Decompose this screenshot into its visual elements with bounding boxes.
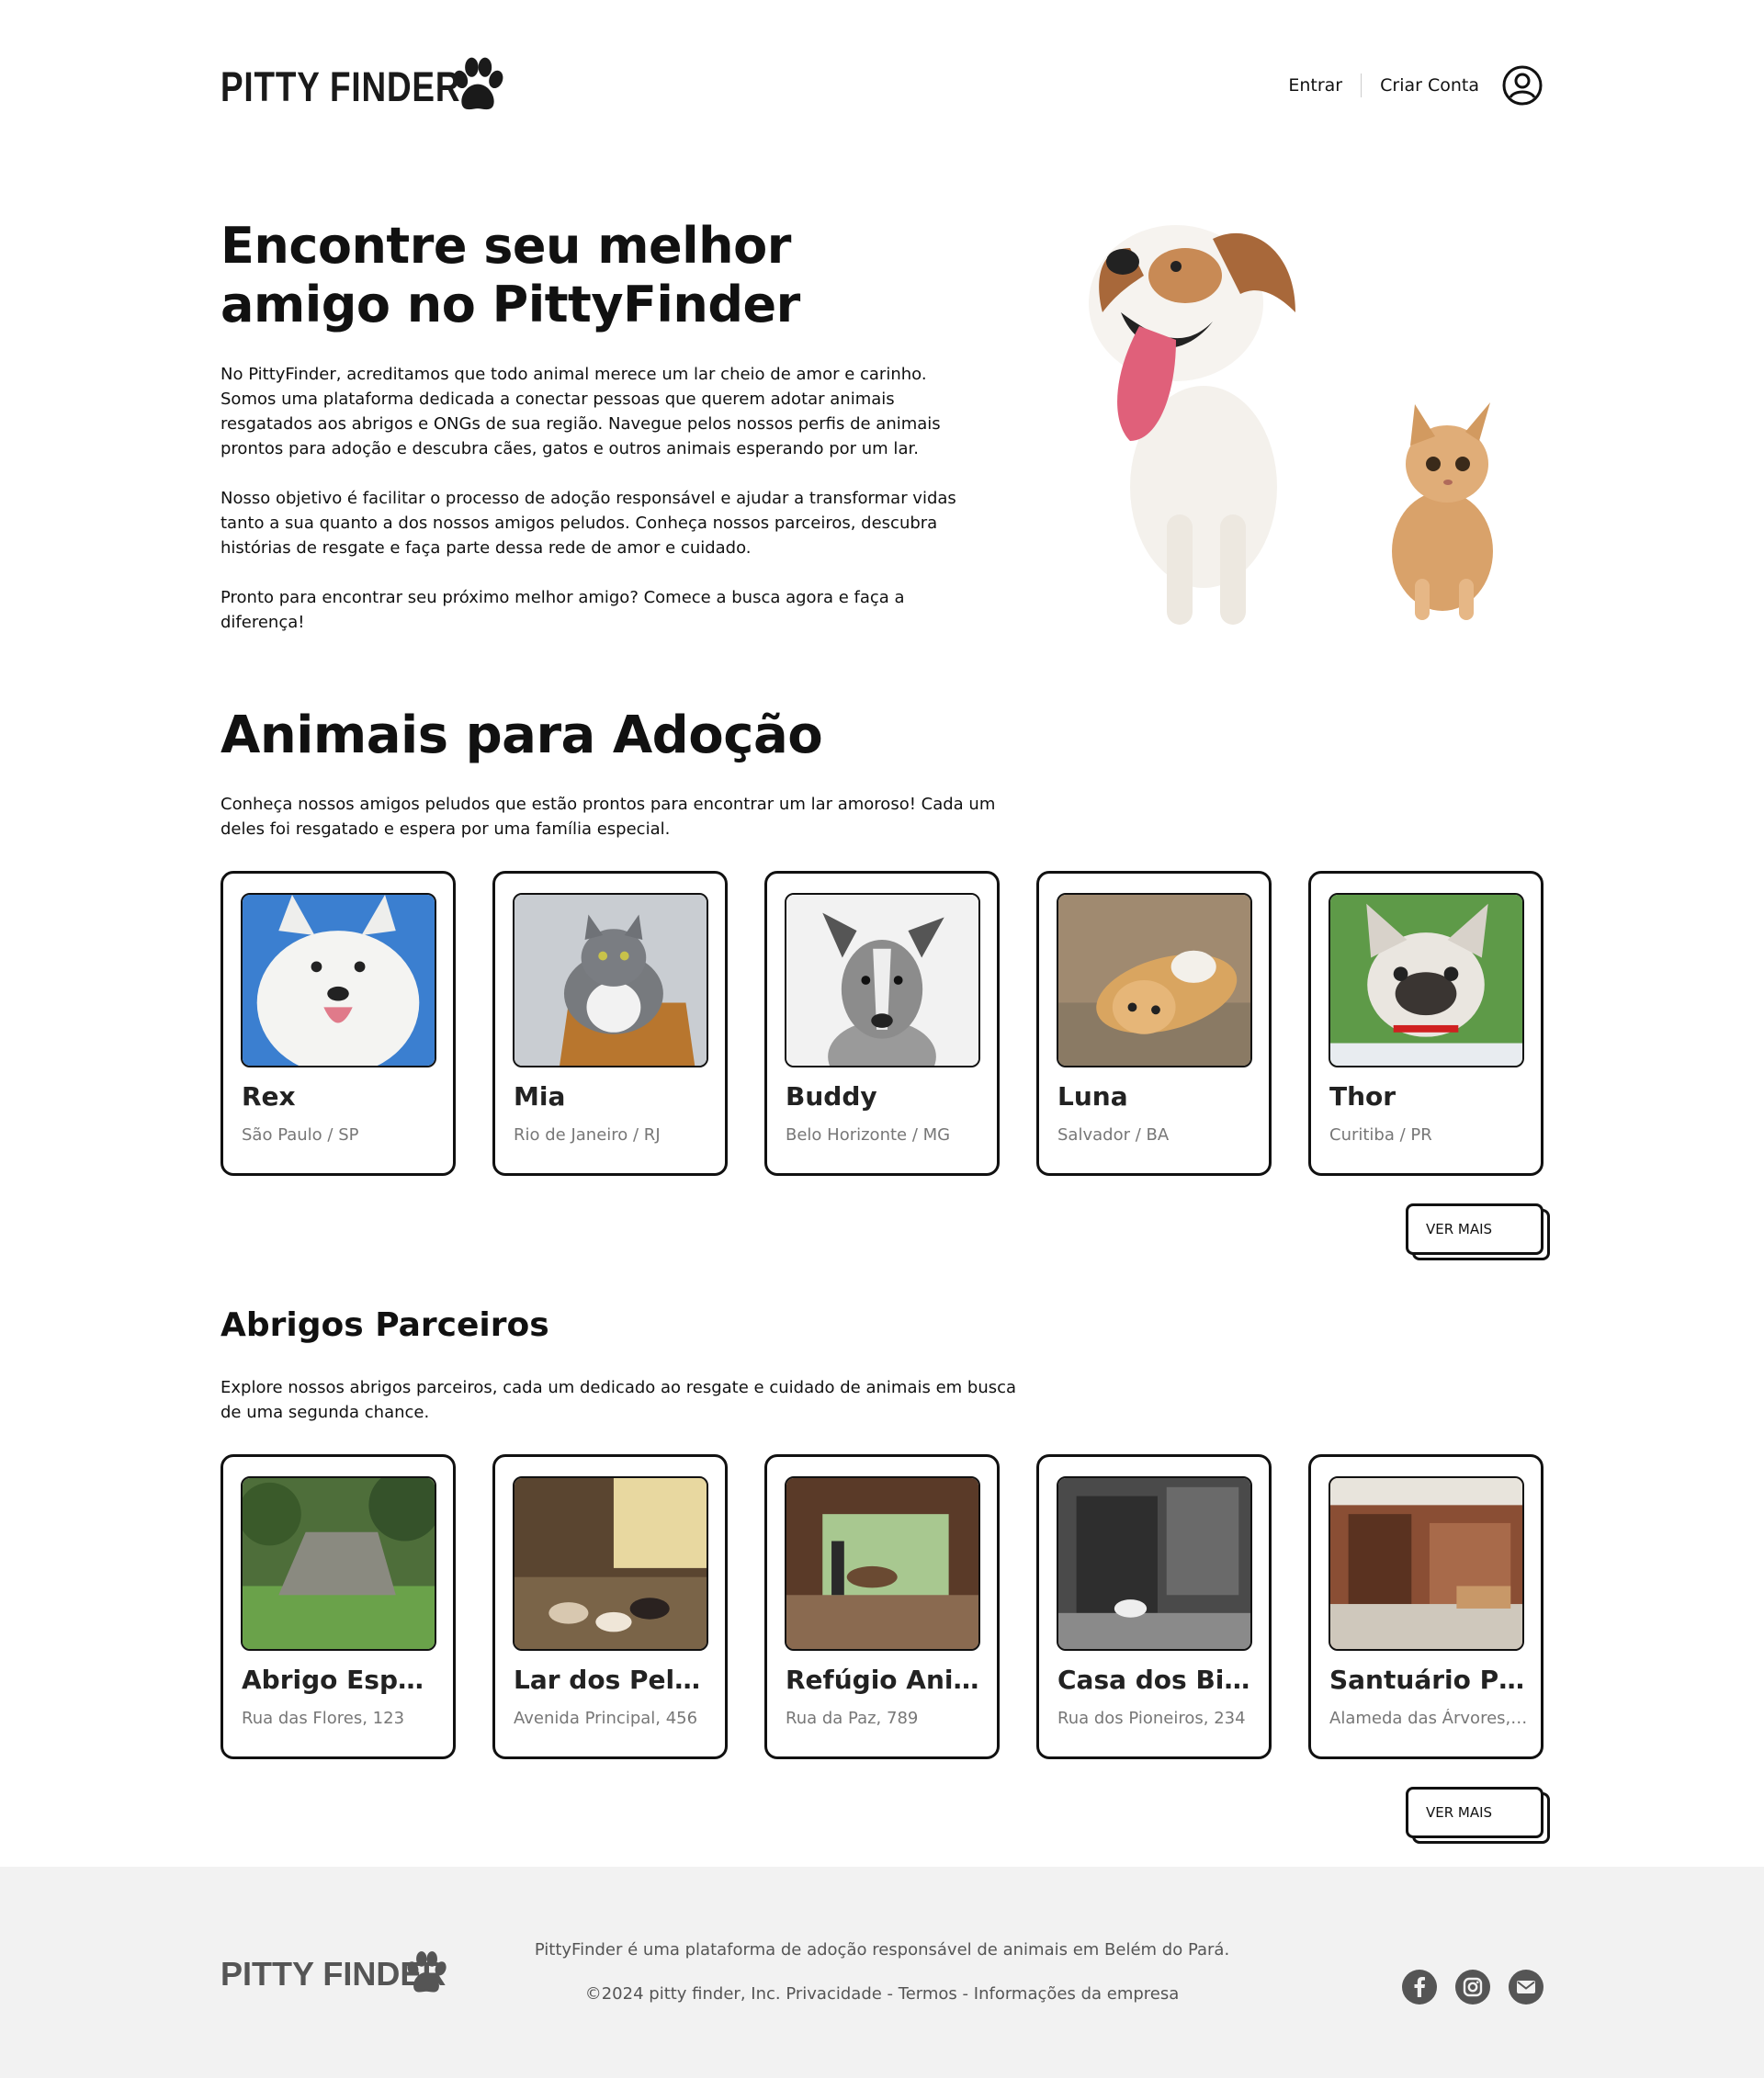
footer-separator: -	[956, 1984, 974, 2004]
animals-card-list: Rex São Paulo / SP Mia Rio de Janeiro / …	[220, 871, 1544, 1176]
email-icon[interactable]	[1509, 1970, 1544, 2005]
animal-card[interactable]: Mia Rio de Janeiro / RJ	[492, 871, 728, 1176]
animal-name: Thor	[1329, 1081, 1396, 1112]
animal-location: Rio de Janeiro / RJ	[514, 1125, 661, 1145]
facebook-icon[interactable]	[1402, 1970, 1437, 2005]
instagram-icon[interactable]	[1455, 1970, 1490, 2005]
shelter-card[interactable]: Refúgio Animal Rua da Paz, 789	[764, 1454, 1000, 1759]
see-more-label: VER MAIS	[1406, 1203, 1544, 1255]
shelters-card-list: Abrigo Esperança Rua das Flores, 123 Lar…	[220, 1454, 1544, 1759]
animal-photo	[1057, 893, 1252, 1067]
terms-link[interactable]: Termos	[899, 1984, 957, 2004]
hero-paragraph: Pronto para encontrar seu próximo melhor…	[220, 588, 905, 632]
logo[interactable]: PITTY FINDER	[220, 55, 514, 119]
animal-card[interactable]: Rex São Paulo / SP	[220, 871, 456, 1176]
shelter-card[interactable]: Santuário Pet Alameda das Árvores, 567	[1308, 1454, 1544, 1759]
header: PITTY FINDER Entrar Criar Conta	[220, 55, 1544, 119]
animals-section-description: Conheça nossos amigos peludos que estão …	[220, 795, 996, 839]
login-link[interactable]: Entrar	[1288, 75, 1342, 96]
animal-name: Luna	[1057, 1081, 1128, 1112]
shelter-name: Casa dos Bichos	[1057, 1665, 1256, 1695]
shelter-address: Rua das Flores, 123	[242, 1709, 405, 1728]
footer-tagline: PittyFinder é uma plataforma de adoção r…	[534, 1940, 1230, 1959]
footer: PITTY FINDER PittyFinder é uma plataform…	[0, 1867, 1764, 2078]
animal-location: São Paulo / SP	[242, 1125, 359, 1145]
shelter-photo	[785, 1476, 980, 1651]
animal-name: Mia	[514, 1081, 566, 1112]
nav-divider	[1361, 73, 1363, 97]
see-more-label: VER MAIS	[1406, 1787, 1544, 1838]
shelter-name: Santuário Pet	[1329, 1665, 1528, 1695]
shelter-address: Alameda das Árvores, 567	[1329, 1709, 1528, 1728]
shelter-card[interactable]: Lar dos Peludos Avenida Principal, 456	[492, 1454, 728, 1759]
animal-photo	[785, 893, 980, 1067]
privacy-link[interactable]: Privacidade	[786, 1984, 881, 2004]
shelters-section-title: Abrigos Parceiros	[220, 1306, 549, 1344]
hero-title-line-1: Encontre seu melhor	[220, 217, 791, 275]
social-links	[1402, 1970, 1544, 2005]
logo-text: PITTY FINDER	[220, 63, 461, 110]
hero-paragraph: No PittyFinder, acreditamos que todo ani…	[220, 365, 941, 458]
hero-paragraph: Nosso objetivo é facilitar o processo de…	[220, 489, 956, 558]
animal-location: Curitiba / PR	[1329, 1125, 1432, 1145]
shelters-section-description: Explore nossos abrigos parceiros, cada u…	[220, 1378, 1017, 1422]
animal-photo	[1329, 893, 1524, 1067]
shelter-card[interactable]: Casa dos Bichos Rua dos Pioneiros, 234	[1036, 1454, 1272, 1759]
animal-location: Belo Horizonte / MG	[786, 1125, 951, 1145]
animal-photo	[513, 893, 708, 1067]
shelter-address: Rua da Paz, 789	[786, 1709, 919, 1728]
user-account-icon[interactable]	[1501, 64, 1544, 107]
shelters-see-more-button[interactable]: VER MAIS	[1406, 1787, 1550, 1844]
company-info-link[interactable]: Informações da empresa	[974, 1984, 1180, 2004]
shelter-address: Rua dos Pioneiros, 234	[1057, 1709, 1246, 1728]
animals-section-title: Animais para Adoção	[220, 706, 823, 765]
hero-title: Encontre seu melhor amigo no PittyFinder	[220, 217, 864, 334]
animal-name: Rex	[242, 1081, 296, 1112]
shelter-address: Avenida Principal, 456	[514, 1709, 698, 1728]
shelter-photo	[1057, 1476, 1252, 1651]
footer-separator: -	[881, 1984, 899, 2004]
animal-card[interactable]: Buddy Belo Horizonte / MG	[764, 871, 1000, 1176]
shelter-photo	[1329, 1476, 1524, 1651]
copyright-text: ©2024 pitty finder, Inc.	[584, 1984, 781, 2004]
paw-icon	[453, 57, 503, 110]
hero-dog-and-cat-image	[1089, 225, 1493, 625]
shelter-card[interactable]: Abrigo Esperança Rua das Flores, 123	[220, 1454, 456, 1759]
shelter-name: Refúgio Animal	[786, 1665, 984, 1695]
animal-card[interactable]: Luna Salvador / BA	[1036, 871, 1272, 1176]
hero-description: No PittyFinder, acreditamos que todo ani…	[220, 362, 983, 660]
shelter-name: Abrigo Esperança	[242, 1665, 440, 1695]
hero-title-line-2: amigo no PittyFinder	[220, 276, 800, 333]
animals-see-more-button[interactable]: VER MAIS	[1406, 1203, 1550, 1260]
shelter-photo	[513, 1476, 708, 1651]
signup-link[interactable]: Criar Conta	[1380, 75, 1479, 96]
top-nav: Entrar Criar Conta	[1288, 64, 1544, 107]
animal-card[interactable]: Thor Curitiba / PR	[1308, 871, 1544, 1176]
animal-name: Buddy	[786, 1081, 877, 1112]
animal-location: Salvador / BA	[1057, 1125, 1170, 1145]
shelter-name: Lar dos Peludos	[514, 1665, 712, 1695]
animal-photo	[241, 893, 436, 1067]
shelter-photo	[241, 1476, 436, 1651]
